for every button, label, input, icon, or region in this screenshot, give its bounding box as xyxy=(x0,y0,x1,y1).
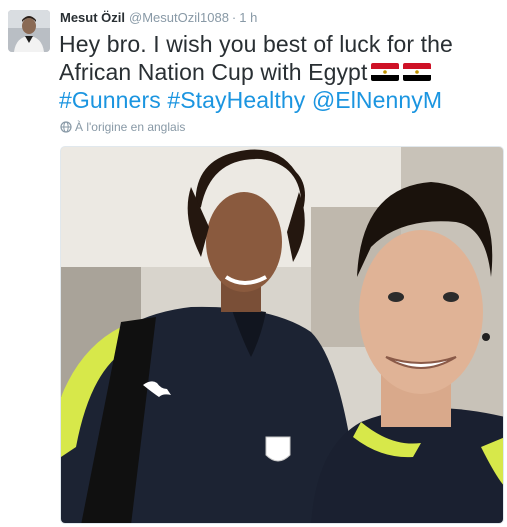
tweet-timestamp[interactable]: 1 h xyxy=(239,10,257,25)
author-handle[interactable]: @MesutOzil1088 xyxy=(129,10,229,25)
header-separator: · xyxy=(231,10,237,25)
selfie-photo xyxy=(61,147,503,523)
translation-note[interactable]: À l'origine en anglais xyxy=(60,119,185,135)
tweet: Mesut Özil @MesutOzil1088 · 1 h Hey bro. I … xyxy=(0,0,507,527)
translation-note-label: À l'origine en anglais xyxy=(75,120,186,134)
mention-elnennym[interactable]: @ElNennyM xyxy=(312,87,442,113)
egypt-flag-icon xyxy=(403,63,432,81)
globe-icon xyxy=(60,121,72,133)
tweet-text: Hey bro. I wish you best of luck for the… xyxy=(59,30,499,114)
tweet-header: Mesut Özil @MesutOzil1088 · 1 h xyxy=(60,9,257,27)
avatar[interactable] xyxy=(8,10,50,52)
hashtag-stayhealthy[interactable]: #StayHealthy xyxy=(167,87,305,113)
author-name[interactable]: Mesut Özil xyxy=(60,10,125,25)
hashtag-gunners[interactable]: #Gunners xyxy=(59,87,161,113)
avatar-image xyxy=(8,10,50,52)
tweet-photo[interactable] xyxy=(60,146,504,524)
egypt-flag-icon xyxy=(371,63,400,81)
